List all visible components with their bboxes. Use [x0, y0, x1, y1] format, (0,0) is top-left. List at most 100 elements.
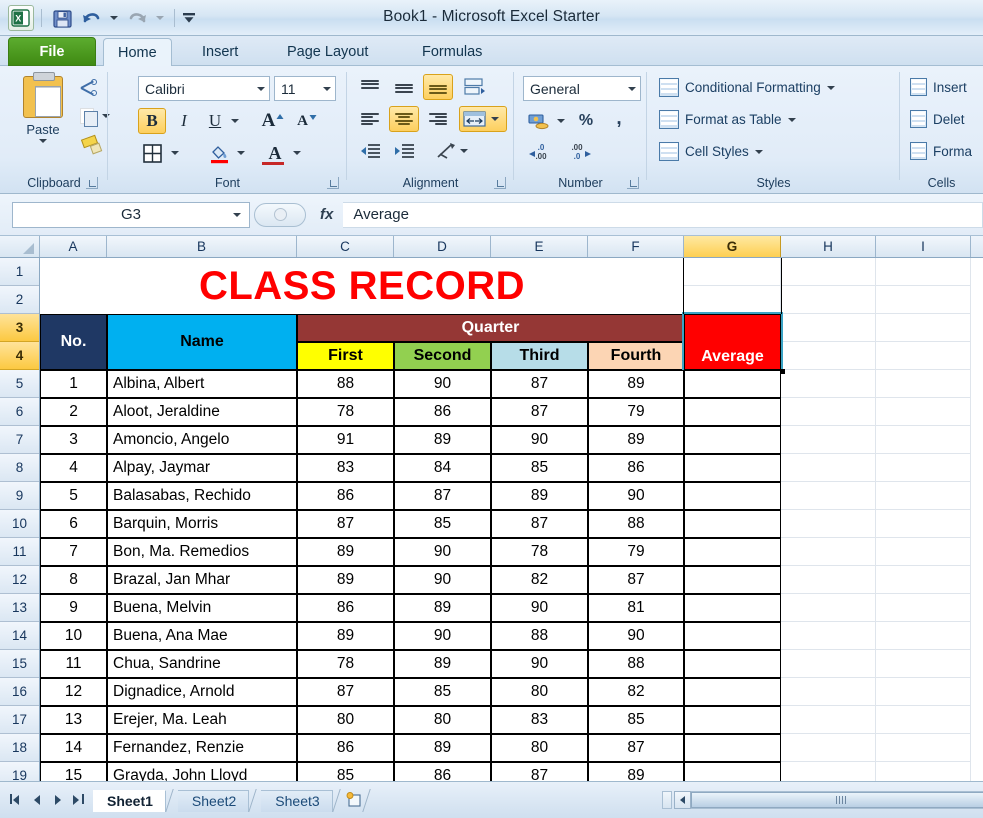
header-cell-name[interactable]: Name: [107, 314, 297, 370]
cell-B12[interactable]: Brazal, Jan Mhar: [107, 566, 297, 594]
cell-G14[interactable]: [684, 622, 781, 650]
row-header-4[interactable]: 4: [0, 342, 39, 370]
cell-G5[interactable]: [684, 370, 781, 398]
formula-bar-toggle-button[interactable]: [254, 202, 306, 227]
conditional-formatting-button[interactable]: Conditional Formatting: [659, 78, 835, 97]
cell-D19[interactable]: 86: [394, 762, 491, 781]
cell-E7[interactable]: 90: [491, 426, 588, 454]
grid-cell-H7[interactable]: [781, 426, 876, 454]
cell-E16[interactable]: 80: [491, 678, 588, 706]
orientation-dropdown-icon[interactable]: [460, 149, 468, 153]
cell-B7[interactable]: Amoncio, Angelo: [107, 426, 297, 454]
align-center-button[interactable]: [389, 106, 419, 132]
column-header-e[interactable]: E: [491, 236, 588, 257]
grid-cell-H11[interactable]: [781, 538, 876, 566]
cell-B17[interactable]: Erejer, Ma. Leah: [107, 706, 297, 734]
underline-button[interactable]: U: [202, 108, 228, 134]
cell-A8[interactable]: 4: [40, 454, 107, 482]
grid-cell-H3[interactable]: [781, 314, 876, 342]
increase-decimal-button[interactable]: .0 .00: [524, 138, 558, 164]
cell-styles-dropdown-icon[interactable]: [754, 149, 763, 154]
cell-F13[interactable]: 81: [588, 594, 684, 622]
grid-cell-I11[interactable]: [876, 538, 971, 566]
cell-D18[interactable]: 89: [394, 734, 491, 762]
percent-style-button[interactable]: %: [572, 108, 600, 134]
cell-B13[interactable]: Buena, Melvin: [107, 594, 297, 622]
cell-E19[interactable]: 87: [491, 762, 588, 781]
cell-D9[interactable]: 87: [394, 482, 491, 510]
header-cell-quarter-third[interactable]: Third: [491, 342, 588, 370]
format-as-table-button[interactable]: Format as Table: [659, 110, 796, 129]
borders-dropdown-icon[interactable]: [168, 146, 182, 160]
cell-C6[interactable]: 78: [297, 398, 394, 426]
cell-G11[interactable]: [684, 538, 781, 566]
row-header-10[interactable]: 10: [0, 510, 39, 538]
grid-cell-H15[interactable]: [781, 650, 876, 678]
cell-E5[interactable]: 87: [491, 370, 588, 398]
sheet-tab-sheet1[interactable]: Sheet1: [93, 789, 166, 812]
row-header-7[interactable]: 7: [0, 426, 39, 454]
grid-cell-I8[interactable]: [876, 454, 971, 482]
grid-cell-I9[interactable]: [876, 482, 971, 510]
row-header-5[interactable]: 5: [0, 370, 39, 398]
clipboard-dialog-launcher[interactable]: [86, 177, 98, 189]
row-header-17[interactable]: 17: [0, 706, 39, 734]
sheet-tab-sheet2[interactable]: Sheet2: [177, 789, 250, 812]
row-header-11[interactable]: 11: [0, 538, 39, 566]
row-header-13[interactable]: 13: [0, 594, 39, 622]
cell-A16[interactable]: 12: [40, 678, 107, 706]
grow-font-button[interactable]: A: [258, 108, 288, 134]
insert-worksheet-button[interactable]: [345, 789, 363, 811]
cell-D15[interactable]: 89: [394, 650, 491, 678]
paste-button[interactable]: Paste: [12, 72, 74, 158]
cell-G13[interactable]: [684, 594, 781, 622]
tab-page-layout[interactable]: Page Layout: [273, 38, 382, 66]
cell-G8[interactable]: [684, 454, 781, 482]
grid-cell-H1[interactable]: [781, 258, 876, 286]
tab-file[interactable]: File: [8, 37, 96, 66]
cell-B14[interactable]: Buena, Ana Mae: [107, 622, 297, 650]
cell-E9[interactable]: 89: [491, 482, 588, 510]
tab-formulas[interactable]: Formulas: [408, 38, 496, 66]
cell-C5[interactable]: 88: [297, 370, 394, 398]
font-name-caret-icon[interactable]: [257, 86, 265, 91]
font-size-combo[interactable]: 11: [274, 76, 336, 101]
tab-split-handle[interactable]: [662, 791, 673, 809]
row-header-9[interactable]: 9: [0, 482, 39, 510]
cell-G9[interactable]: [684, 482, 781, 510]
formula-input[interactable]: Average: [343, 201, 983, 228]
cell-styles-button[interactable]: Cell Styles: [659, 142, 763, 161]
cell-B16[interactable]: Dignadice, Arnold: [107, 678, 297, 706]
top-align-button[interactable]: [355, 74, 385, 100]
cell-E15[interactable]: 90: [491, 650, 588, 678]
cell-B5[interactable]: Albina, Albert: [107, 370, 297, 398]
font-dialog-launcher[interactable]: [327, 177, 339, 189]
grid-cell-I4[interactable]: [876, 342, 971, 370]
cell-E14[interactable]: 88: [491, 622, 588, 650]
row-header-3[interactable]: 3: [0, 314, 39, 342]
cell-C9[interactable]: 86: [297, 482, 394, 510]
column-header-h[interactable]: H: [781, 236, 876, 257]
grid-cell-H12[interactable]: [781, 566, 876, 594]
cell-C15[interactable]: 78: [297, 650, 394, 678]
cell-F11[interactable]: 79: [588, 538, 684, 566]
number-format-combo[interactable]: General: [523, 76, 641, 101]
horizontal-scrollbar[interactable]: [691, 791, 983, 809]
cell-F7[interactable]: 89: [588, 426, 684, 454]
cell-G12[interactable]: [684, 566, 781, 594]
cell-D16[interactable]: 85: [394, 678, 491, 706]
sheet-tab-sheet3[interactable]: Sheet3: [261, 789, 333, 812]
italic-button[interactable]: I: [170, 108, 198, 134]
increase-indent-button[interactable]: [389, 138, 419, 164]
format-cells-button[interactable]: Forma: [910, 142, 972, 160]
header-cell-quarter-second[interactable]: Second: [394, 342, 491, 370]
cell-F18[interactable]: 87: [588, 734, 684, 762]
grid-cell-G2[interactable]: [684, 286, 781, 314]
cell-D11[interactable]: 90: [394, 538, 491, 566]
first-sheet-button[interactable]: [10, 794, 21, 806]
wrap-text-button[interactable]: [459, 74, 491, 100]
cell-F19[interactable]: 89: [588, 762, 684, 781]
header-cell-average[interactable]: Average: [684, 314, 781, 370]
insert-cells-button[interactable]: Insert: [910, 78, 967, 96]
middle-align-button[interactable]: [389, 74, 419, 100]
